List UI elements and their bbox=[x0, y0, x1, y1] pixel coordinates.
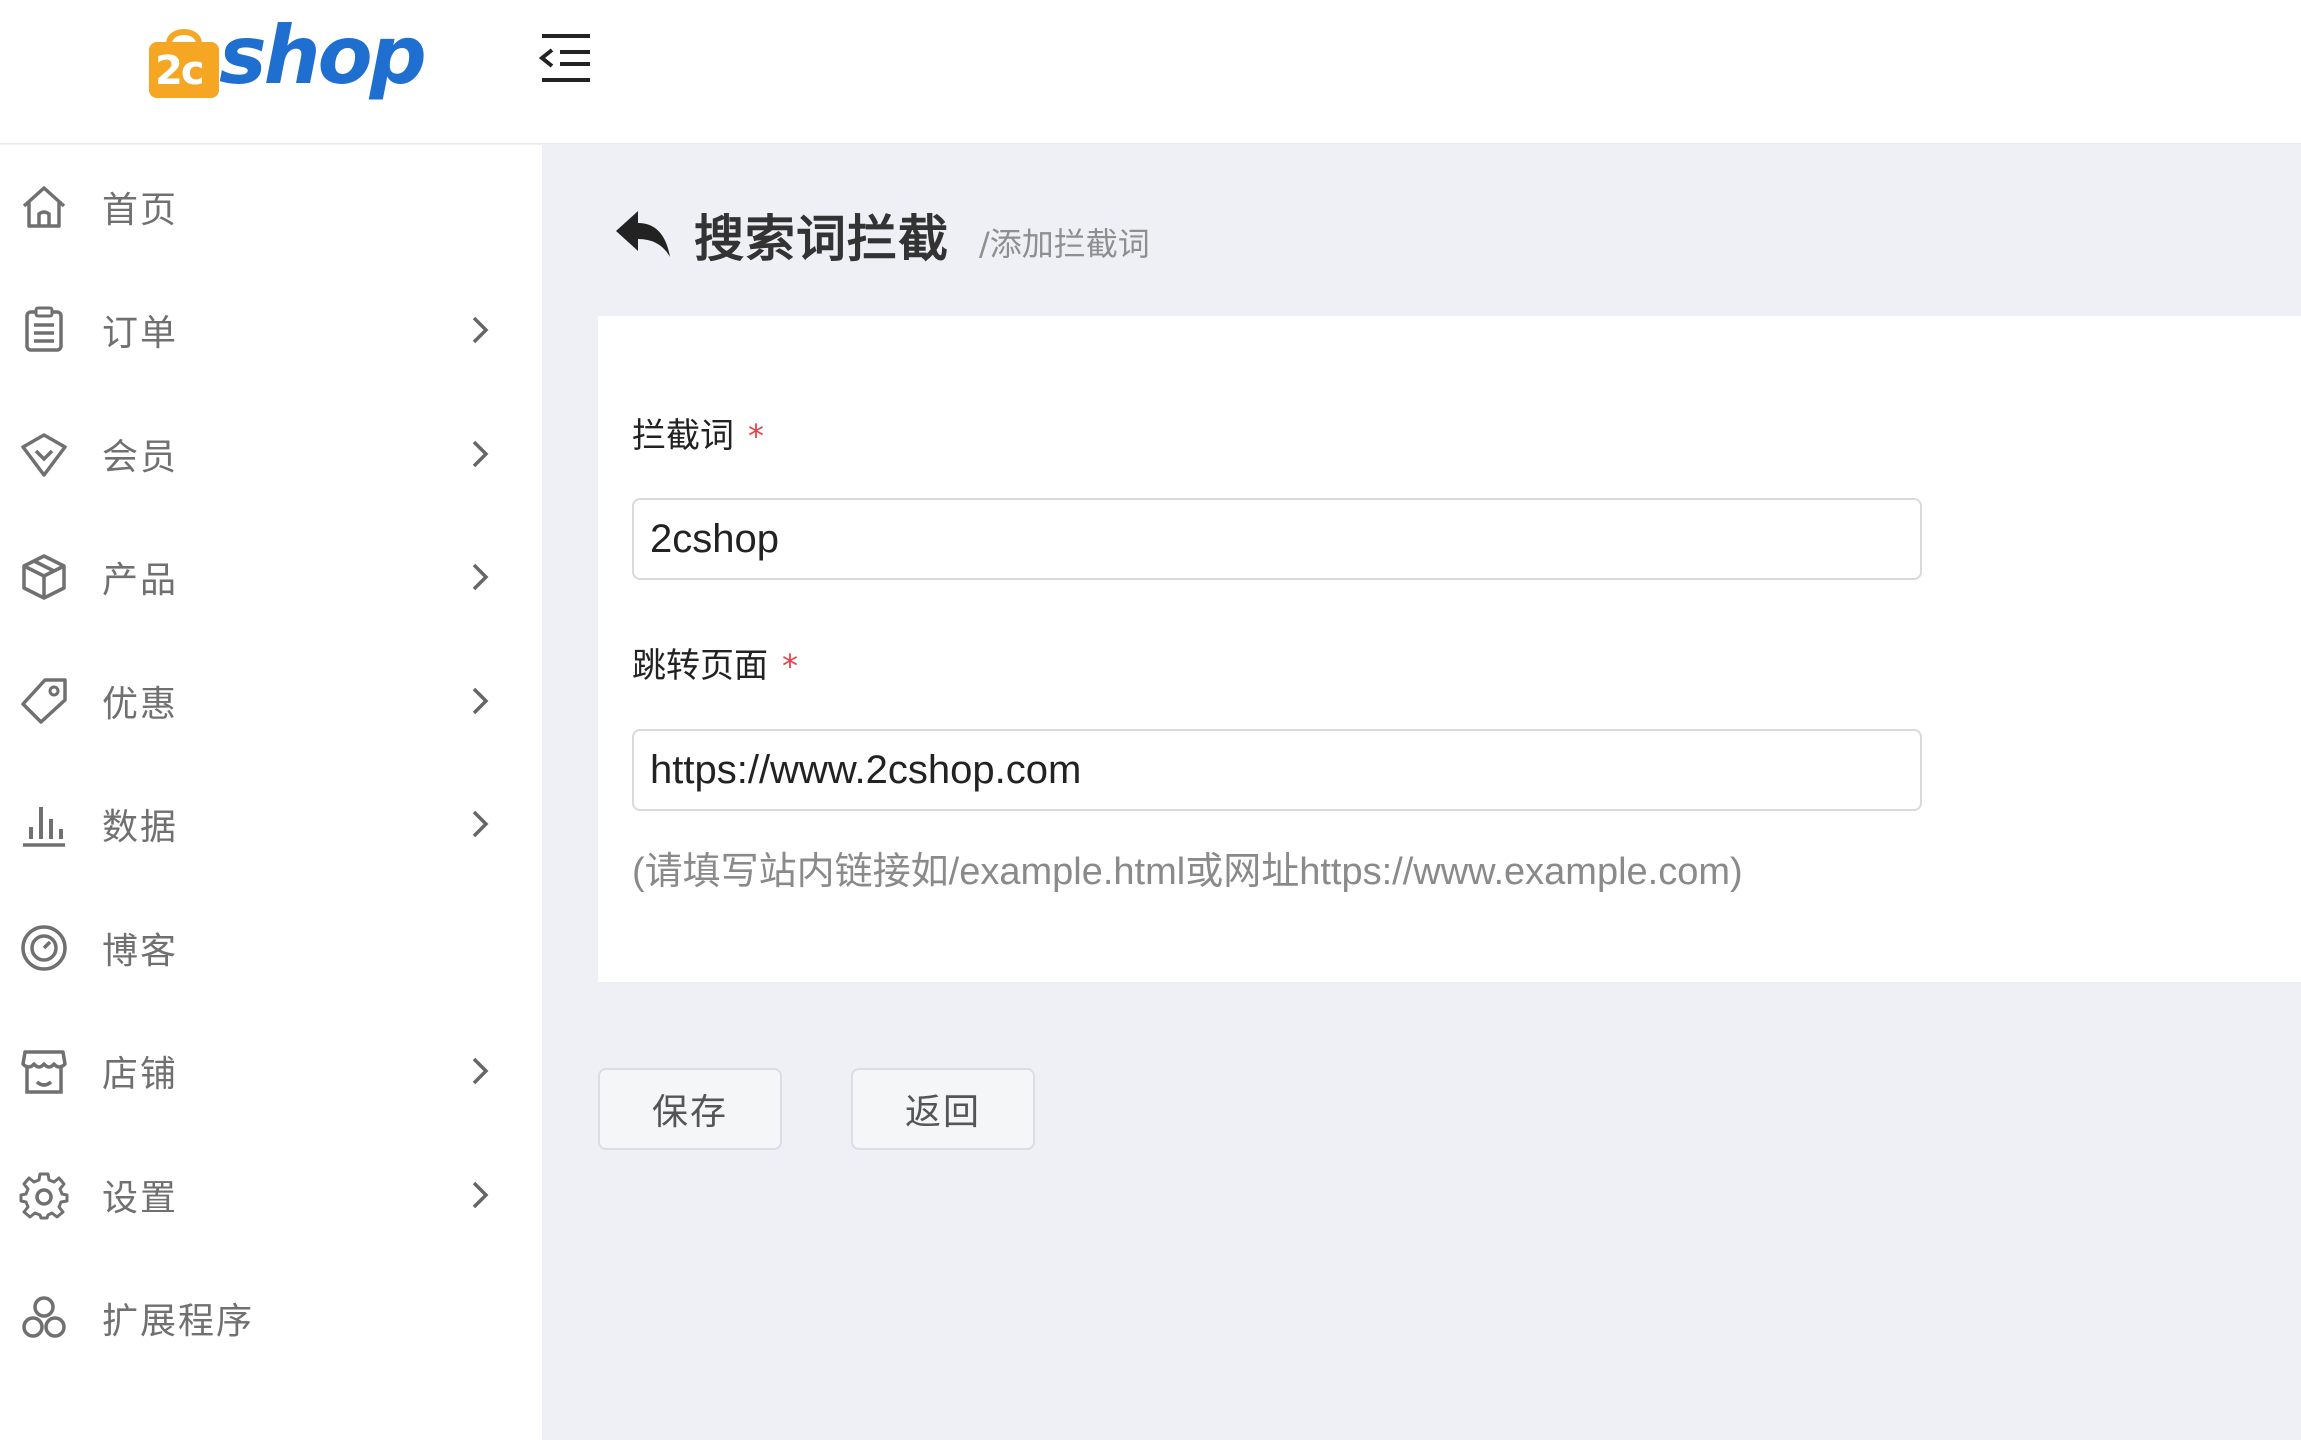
sidebar-item-label: 设置 bbox=[102, 1177, 179, 1219]
required-mark: * bbox=[782, 647, 798, 685]
chevron-right-icon bbox=[472, 440, 489, 467]
page-subtitle: /添加拦截词 bbox=[979, 225, 1150, 263]
tag-icon bbox=[16, 673, 72, 729]
extensions-icon bbox=[16, 1290, 72, 1346]
menu-toggle-button[interactable] bbox=[538, 30, 594, 86]
sidebar: 首页 订单 会员 产品 优惠 数据 博客 店铺 设置 扩展程序 bbox=[0, 145, 542, 1440]
back-arrow-icon[interactable] bbox=[612, 207, 674, 263]
chevron-right-icon bbox=[472, 1058, 489, 1085]
back-button[interactable]: 返回 bbox=[851, 1068, 1035, 1150]
save-button[interactable]: 保存 bbox=[598, 1068, 782, 1150]
redirect-field-label: 跳转页面 * bbox=[632, 638, 798, 687]
brand-logo[interactable]: 2c shop bbox=[145, 6, 427, 106]
bar-chart-icon bbox=[16, 796, 72, 852]
store-icon bbox=[16, 1043, 72, 1099]
sidebar-item-label: 扩展程序 bbox=[102, 1301, 255, 1343]
sidebar-item-label: 优惠 bbox=[102, 683, 179, 725]
sidebar-item-blog[interactable]: 博客 bbox=[0, 886, 542, 1010]
sidebar-item-store[interactable]: 店铺 bbox=[0, 1010, 542, 1134]
required-mark: * bbox=[748, 417, 764, 455]
heart-shield-icon bbox=[16, 426, 72, 482]
clipboard-list-icon bbox=[16, 302, 72, 358]
form-card: 拦截词 * 跳转页面 * (请填写站内链接如/example.html或网址http… bbox=[598, 316, 2301, 982]
chevron-right-icon bbox=[472, 1181, 489, 1208]
sidebar-item-label: 博客 bbox=[102, 930, 179, 972]
sidebar-item-promotions[interactable]: 优惠 bbox=[0, 639, 542, 763]
chevron-right-icon bbox=[472, 811, 489, 838]
sidebar-item-label: 订单 bbox=[102, 313, 179, 355]
sidebar-item-data[interactable]: 数据 bbox=[0, 763, 542, 887]
sidebar-item-label: 店铺 bbox=[102, 1054, 179, 1096]
top-header: 2c shop bbox=[0, 0, 2301, 144]
target-icon bbox=[16, 920, 72, 976]
chevron-right-icon bbox=[472, 687, 489, 714]
sidebar-item-label: 数据 bbox=[102, 807, 179, 849]
sidebar-item-settings[interactable]: 设置 bbox=[0, 1133, 542, 1257]
sidebar-item-products[interactable]: 产品 bbox=[0, 516, 542, 640]
page-header: 搜索词拦截 /添加拦截词 bbox=[612, 200, 1150, 270]
logo-badge-text: 2c bbox=[155, 48, 205, 94]
keyword-label-text: 拦截词 bbox=[632, 416, 734, 456]
indent-menu-icon bbox=[538, 34, 590, 82]
sidebar-item-label: 会员 bbox=[102, 436, 179, 478]
redirect-label-text: 跳转页面 bbox=[632, 646, 768, 686]
redirect-help-text: (请填写站内链接如/example.html或网址https://www.exa… bbox=[632, 851, 1743, 893]
chevron-right-icon bbox=[472, 317, 489, 344]
sidebar-item-label: 首页 bbox=[102, 189, 179, 231]
shopping-bag-logo-icon: 2c bbox=[145, 22, 223, 100]
sidebar-item-members[interactable]: 会员 bbox=[0, 392, 542, 516]
gear-icon bbox=[16, 1167, 72, 1223]
logo-text: shop bbox=[219, 9, 427, 102]
home-icon bbox=[16, 179, 72, 235]
sidebar-item-extensions[interactable]: 扩展程序 bbox=[0, 1257, 542, 1381]
page-title: 搜索词拦截 bbox=[694, 210, 949, 268]
keyword-field-label: 拦截词 * bbox=[632, 408, 764, 457]
keyword-input[interactable] bbox=[632, 498, 1922, 580]
sidebar-item-home[interactable]: 首页 bbox=[0, 145, 542, 269]
sidebar-item-orders[interactable]: 订单 bbox=[0, 269, 542, 393]
chevron-right-icon bbox=[472, 564, 489, 591]
sidebar-item-label: 产品 bbox=[102, 560, 179, 602]
redirect-url-input[interactable] bbox=[632, 729, 1922, 811]
box-icon bbox=[16, 549, 72, 605]
